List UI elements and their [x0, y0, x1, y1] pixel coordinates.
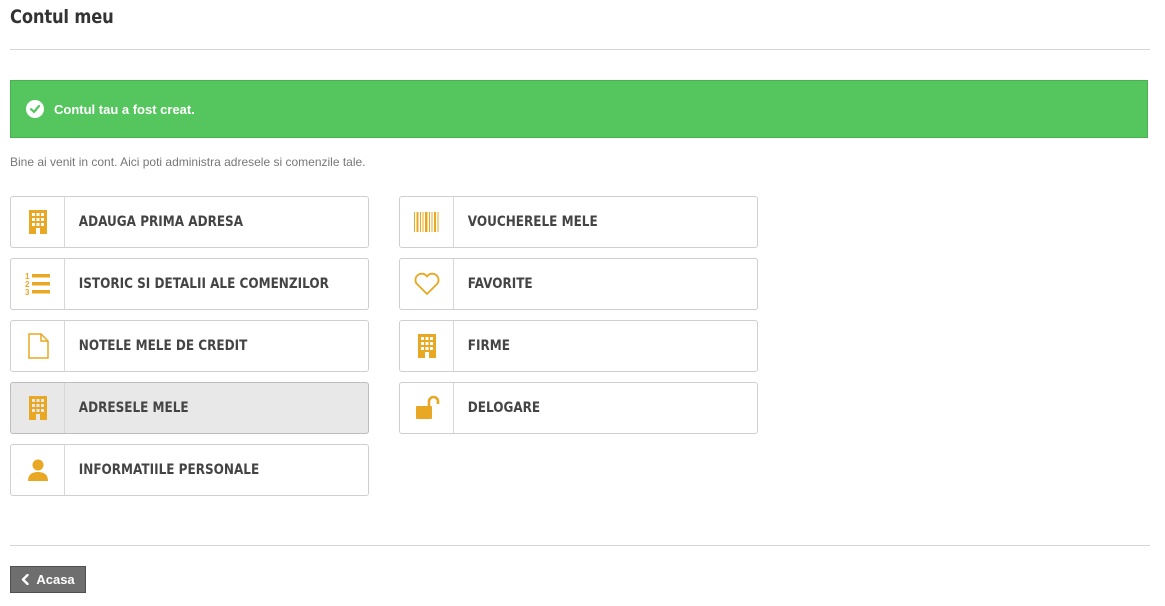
divider — [10, 49, 1150, 50]
numbered-list-icon: 123 — [11, 259, 65, 309]
menu-companies[interactable]: FIRME — [399, 320, 758, 372]
menu-order-history[interactable]: 123 ISTORIC SI DETALII ALE COMENZILOR — [10, 258, 369, 310]
back-home-button[interactable]: Acasa — [10, 566, 86, 593]
menu-personal-info[interactable]: INFORMATIILE PERSONALE — [10, 444, 369, 496]
menu-label: ADAUGA PRIMA ADRESA — [78, 214, 244, 230]
page-title: Contul meu — [10, 6, 114, 28]
divider — [10, 545, 1150, 546]
menu-label: FAVORITE — [467, 276, 533, 292]
building-icon — [11, 383, 65, 433]
menu-add-first-address[interactable]: ADAUGA PRIMA ADRESA — [10, 196, 369, 248]
chevron-left-icon — [21, 574, 30, 585]
menu-my-addresses[interactable]: ADRESELE MELE — [10, 382, 369, 434]
building-icon — [400, 321, 454, 371]
menu-vouchers[interactable]: VOUCHERELE MELE — [399, 196, 758, 248]
user-icon — [11, 445, 65, 495]
heart-icon — [400, 259, 454, 309]
menu-label: ADRESELE MELE — [78, 400, 189, 416]
menu-label: DELOGARE — [467, 400, 541, 416]
svg-text:3: 3 — [25, 288, 30, 297]
menu-label: VOUCHERELE MELE — [467, 214, 598, 230]
document-icon — [11, 321, 65, 371]
welcome-text: Bine ai venit in cont. Aici poti adminis… — [10, 155, 366, 169]
menu-label: ISTORIC SI DETALII ALE COMENZILOR — [78, 276, 329, 292]
menu-logout[interactable]: DELOGARE — [399, 382, 758, 434]
back-home-label: Acasa — [36, 572, 75, 587]
success-alert: Contul tau a fost creat. — [10, 80, 1148, 138]
menu-favorites[interactable]: FAVORITE — [399, 258, 758, 310]
menu-label: INFORMATIILE PERSONALE — [78, 462, 260, 478]
barcode-icon — [400, 197, 454, 247]
building-icon — [11, 197, 65, 247]
menu-label: NOTELE MELE DE CREDIT — [78, 338, 248, 354]
check-circle-icon — [26, 100, 44, 118]
menu-label: FIRME — [467, 338, 510, 354]
alert-message: Contul tau a fost creat. — [54, 101, 195, 117]
menu-credit-notes[interactable]: NOTELE MELE DE CREDIT — [10, 320, 369, 372]
unlock-icon — [400, 383, 454, 433]
